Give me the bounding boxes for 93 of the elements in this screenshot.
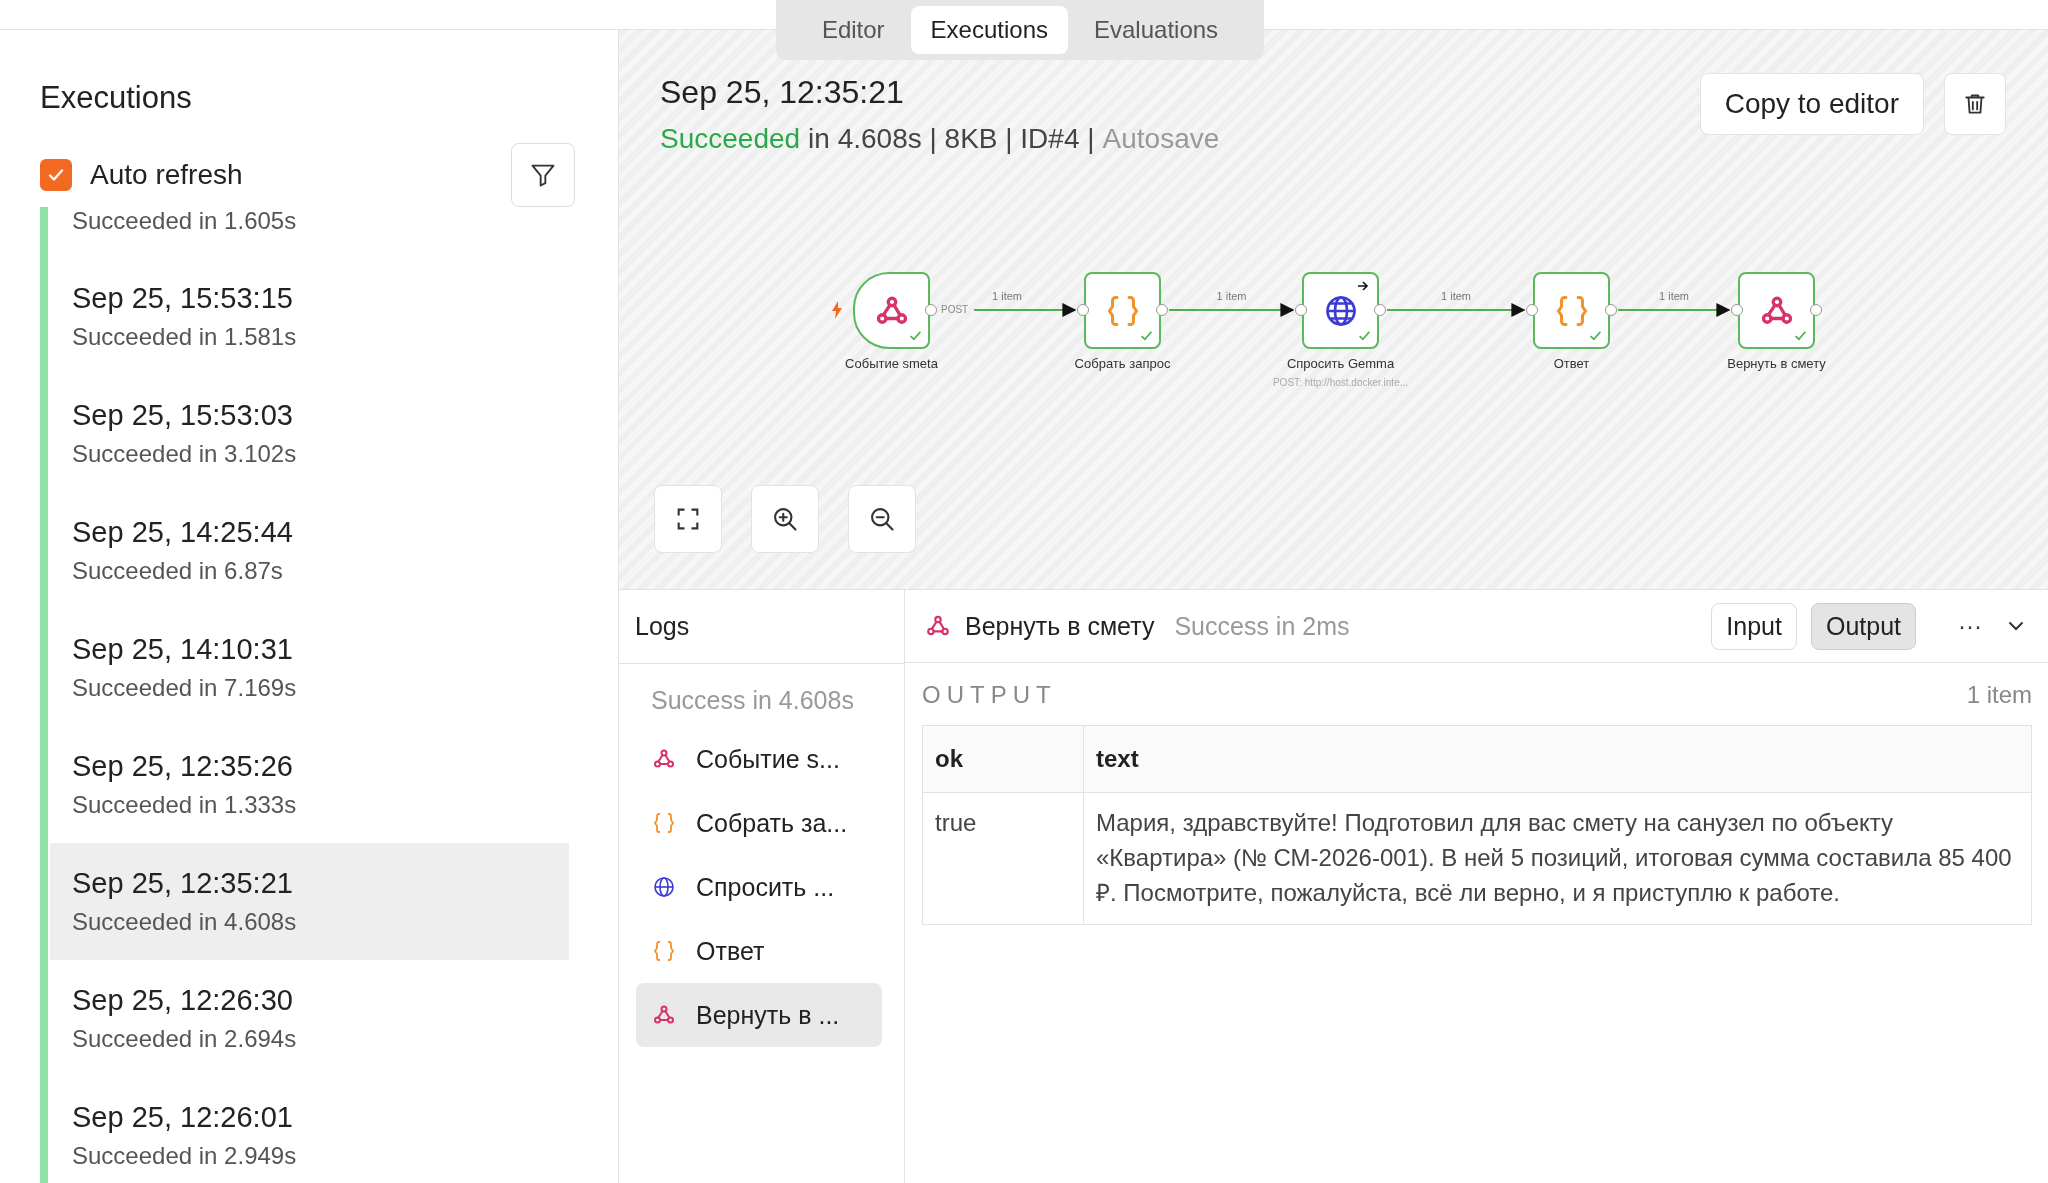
zoom-out-button[interactable] <box>848 485 916 553</box>
check-icon <box>1589 329 1602 342</box>
execution-date: Sep 25, 15:53:15 <box>72 282 294 316</box>
execution-status: Succeeded in 7.169s <box>72 674 298 702</box>
log-entry[interactable]: Вернуть в ... <box>636 983 882 1047</box>
globe-icon <box>652 875 676 899</box>
execution-status: Succeeded in 1.333s <box>72 791 298 819</box>
input-handle[interactable] <box>1526 304 1538 316</box>
tab[interactable]: Executions <box>910 6 1068 54</box>
execution-mode: Autosave <box>1102 123 1220 155</box>
execution-status: Succeeded in 1.605s <box>72 207 298 235</box>
view-toggle[interactable]: Output <box>1810 602 1916 650</box>
check-icon <box>909 329 922 342</box>
arrow-icon <box>1357 280 1369 292</box>
execution-item[interactable]: Sep 25, 12:26:01 Succeeded in 2.949s <box>50 1077 569 1183</box>
fit-view-button[interactable] <box>654 485 722 553</box>
section-label: OUTPUT <box>922 681 1057 709</box>
lightning-icon <box>831 301 843 319</box>
execution-summary: in 4.608s | 8KB | ID#4 | <box>808 123 1095 155</box>
check-icon <box>1358 329 1371 342</box>
node-subtitle: POST: http://host.docker.inte... <box>1272 377 1409 388</box>
column-header: ok <box>922 725 1084 793</box>
execution-item[interactable]: Sep 25, 14:25:44 Succeeded in 6.87s <box>50 492 569 609</box>
copy-button[interactable]: Copy to editor <box>1699 73 1924 135</box>
log-entry[interactable]: Событие s... <box>636 727 882 791</box>
workflow-node[interactable] <box>1084 272 1161 349</box>
check-icon <box>1794 329 1807 342</box>
table-cell: Мария, здравствуйте! Подготовил для вас смету на санузел по объекту «Квартира» (№ СМ-2026-001). В ней 5 позиций, итоговая сумма составила 85 400 ₽. Посмотрите, пожалуйста, всё ли верно, и я приступлю к работе. <box>1083 792 2032 925</box>
execution-item[interactable]: Sep 25, 12:35:21 Succeeded in 4.608s <box>50 843 569 960</box>
input-handle[interactable] <box>1077 304 1089 316</box>
execution-date: Sep 25, 14:25:44 <box>72 516 294 550</box>
more-button[interactable]: ··· <box>1950 612 1990 640</box>
tab[interactable]: Editor <box>801 6 905 54</box>
execution-status: Succeeded in 3.102s <box>72 440 298 468</box>
node-label: Событие smeta <box>845 356 938 371</box>
workflow-node[interactable] <box>1738 272 1815 349</box>
execution-date: Sep 25, 12:26:01 <box>72 1101 294 1135</box>
workflow-node[interactable] <box>1533 272 1610 349</box>
checkbox[interactable] <box>40 159 72 191</box>
execution-item[interactable]: Sep 25, 12:26:30 Succeeded in 2.694s <box>50 960 569 1077</box>
zoom-in-icon <box>771 505 799 533</box>
filter-button[interactable] <box>511 143 575 207</box>
node-label: Вернуть в смету <box>1727 356 1826 371</box>
zoom-in-button[interactable] <box>751 485 819 553</box>
node-title: Вернуть в смету <box>965 611 1155 641</box>
logs-summary: Success in 4.608s <box>651 686 855 715</box>
log-entry[interactable]: Собрать за... <box>636 791 882 855</box>
execution-status: Succeeded in 6.87s <box>72 557 284 585</box>
zoom-out-icon <box>868 505 896 533</box>
node-label: Ответ <box>1553 356 1590 371</box>
execution-date: Sep 25, 15:53:03 <box>72 399 294 433</box>
workflow-node[interactable] <box>1302 272 1379 349</box>
execution-item[interactable]: Sep 25, 14:10:31 Succeeded in 7.169s <box>50 609 569 726</box>
braces-icon <box>652 939 676 963</box>
log-entry[interactable]: Спросить ... <box>636 855 882 919</box>
status-text: Succeeded <box>660 123 801 155</box>
trash-icon <box>1962 91 1988 117</box>
execution-title: Sep 25, 12:35:21 <box>660 74 905 111</box>
node-status: Success in 2ms <box>1174 611 1350 641</box>
execution-item[interactable]: Succeeded in 1.605s <box>50 207 569 258</box>
execution-date: Sep 25, 12:35:21 <box>72 867 294 901</box>
execution-item[interactable]: Sep 25, 15:53:15 Succeeded in 1.581s <box>50 258 569 375</box>
execution-status: Succeeded in 2.949s <box>72 1142 298 1170</box>
execution-status: Succeeded in 2.694s <box>72 1025 298 1053</box>
checkbox-label: Auto refresh <box>90 159 243 191</box>
node-label: Собрать запрос <box>1074 356 1171 371</box>
panel-title: Logs <box>635 612 690 641</box>
delete-button[interactable] <box>1944 73 2006 135</box>
item-count: 1 item <box>1966 681 2032 709</box>
input-handle[interactable] <box>1731 304 1743 316</box>
execution-status: Succeeded in 4.608s <box>72 908 298 936</box>
edge-label: 1 item <box>1658 290 1690 302</box>
table-cell: true <box>922 792 1084 925</box>
execution-date: Sep 25, 12:35:26 <box>72 750 294 784</box>
check-icon <box>1140 329 1153 342</box>
workflow-node[interactable] <box>853 272 930 349</box>
execution-status: Succeeded in 1.581s <box>72 323 298 351</box>
tab[interactable]: Evaluations <box>1074 6 1239 54</box>
log-entry[interactable]: Ответ <box>636 919 882 983</box>
execution-item[interactable]: Sep 25, 15:53:03 Succeeded in 3.102s <box>50 375 569 492</box>
edge-label: 1 item <box>1440 290 1472 302</box>
edge-label: 1 item <box>991 290 1023 302</box>
view-toggle[interactable]: Input <box>1711 602 1797 650</box>
execution-date: Sep 25, 14:10:31 <box>72 633 294 667</box>
panel-title: Executions <box>40 82 193 113</box>
edge-label: 1 item <box>1215 290 1248 302</box>
output-label: POST <box>941 304 969 316</box>
node-label: Спросить Gemma <box>1286 356 1395 371</box>
braces-icon <box>652 811 676 835</box>
column-header: text <box>1083 725 2032 793</box>
input-handle[interactable] <box>1295 304 1307 316</box>
execution-item[interactable]: Sep 25, 12:35:26 Succeeded in 1.333s <box>50 726 569 843</box>
execution-date: Sep 25, 12:26:30 <box>72 984 294 1018</box>
